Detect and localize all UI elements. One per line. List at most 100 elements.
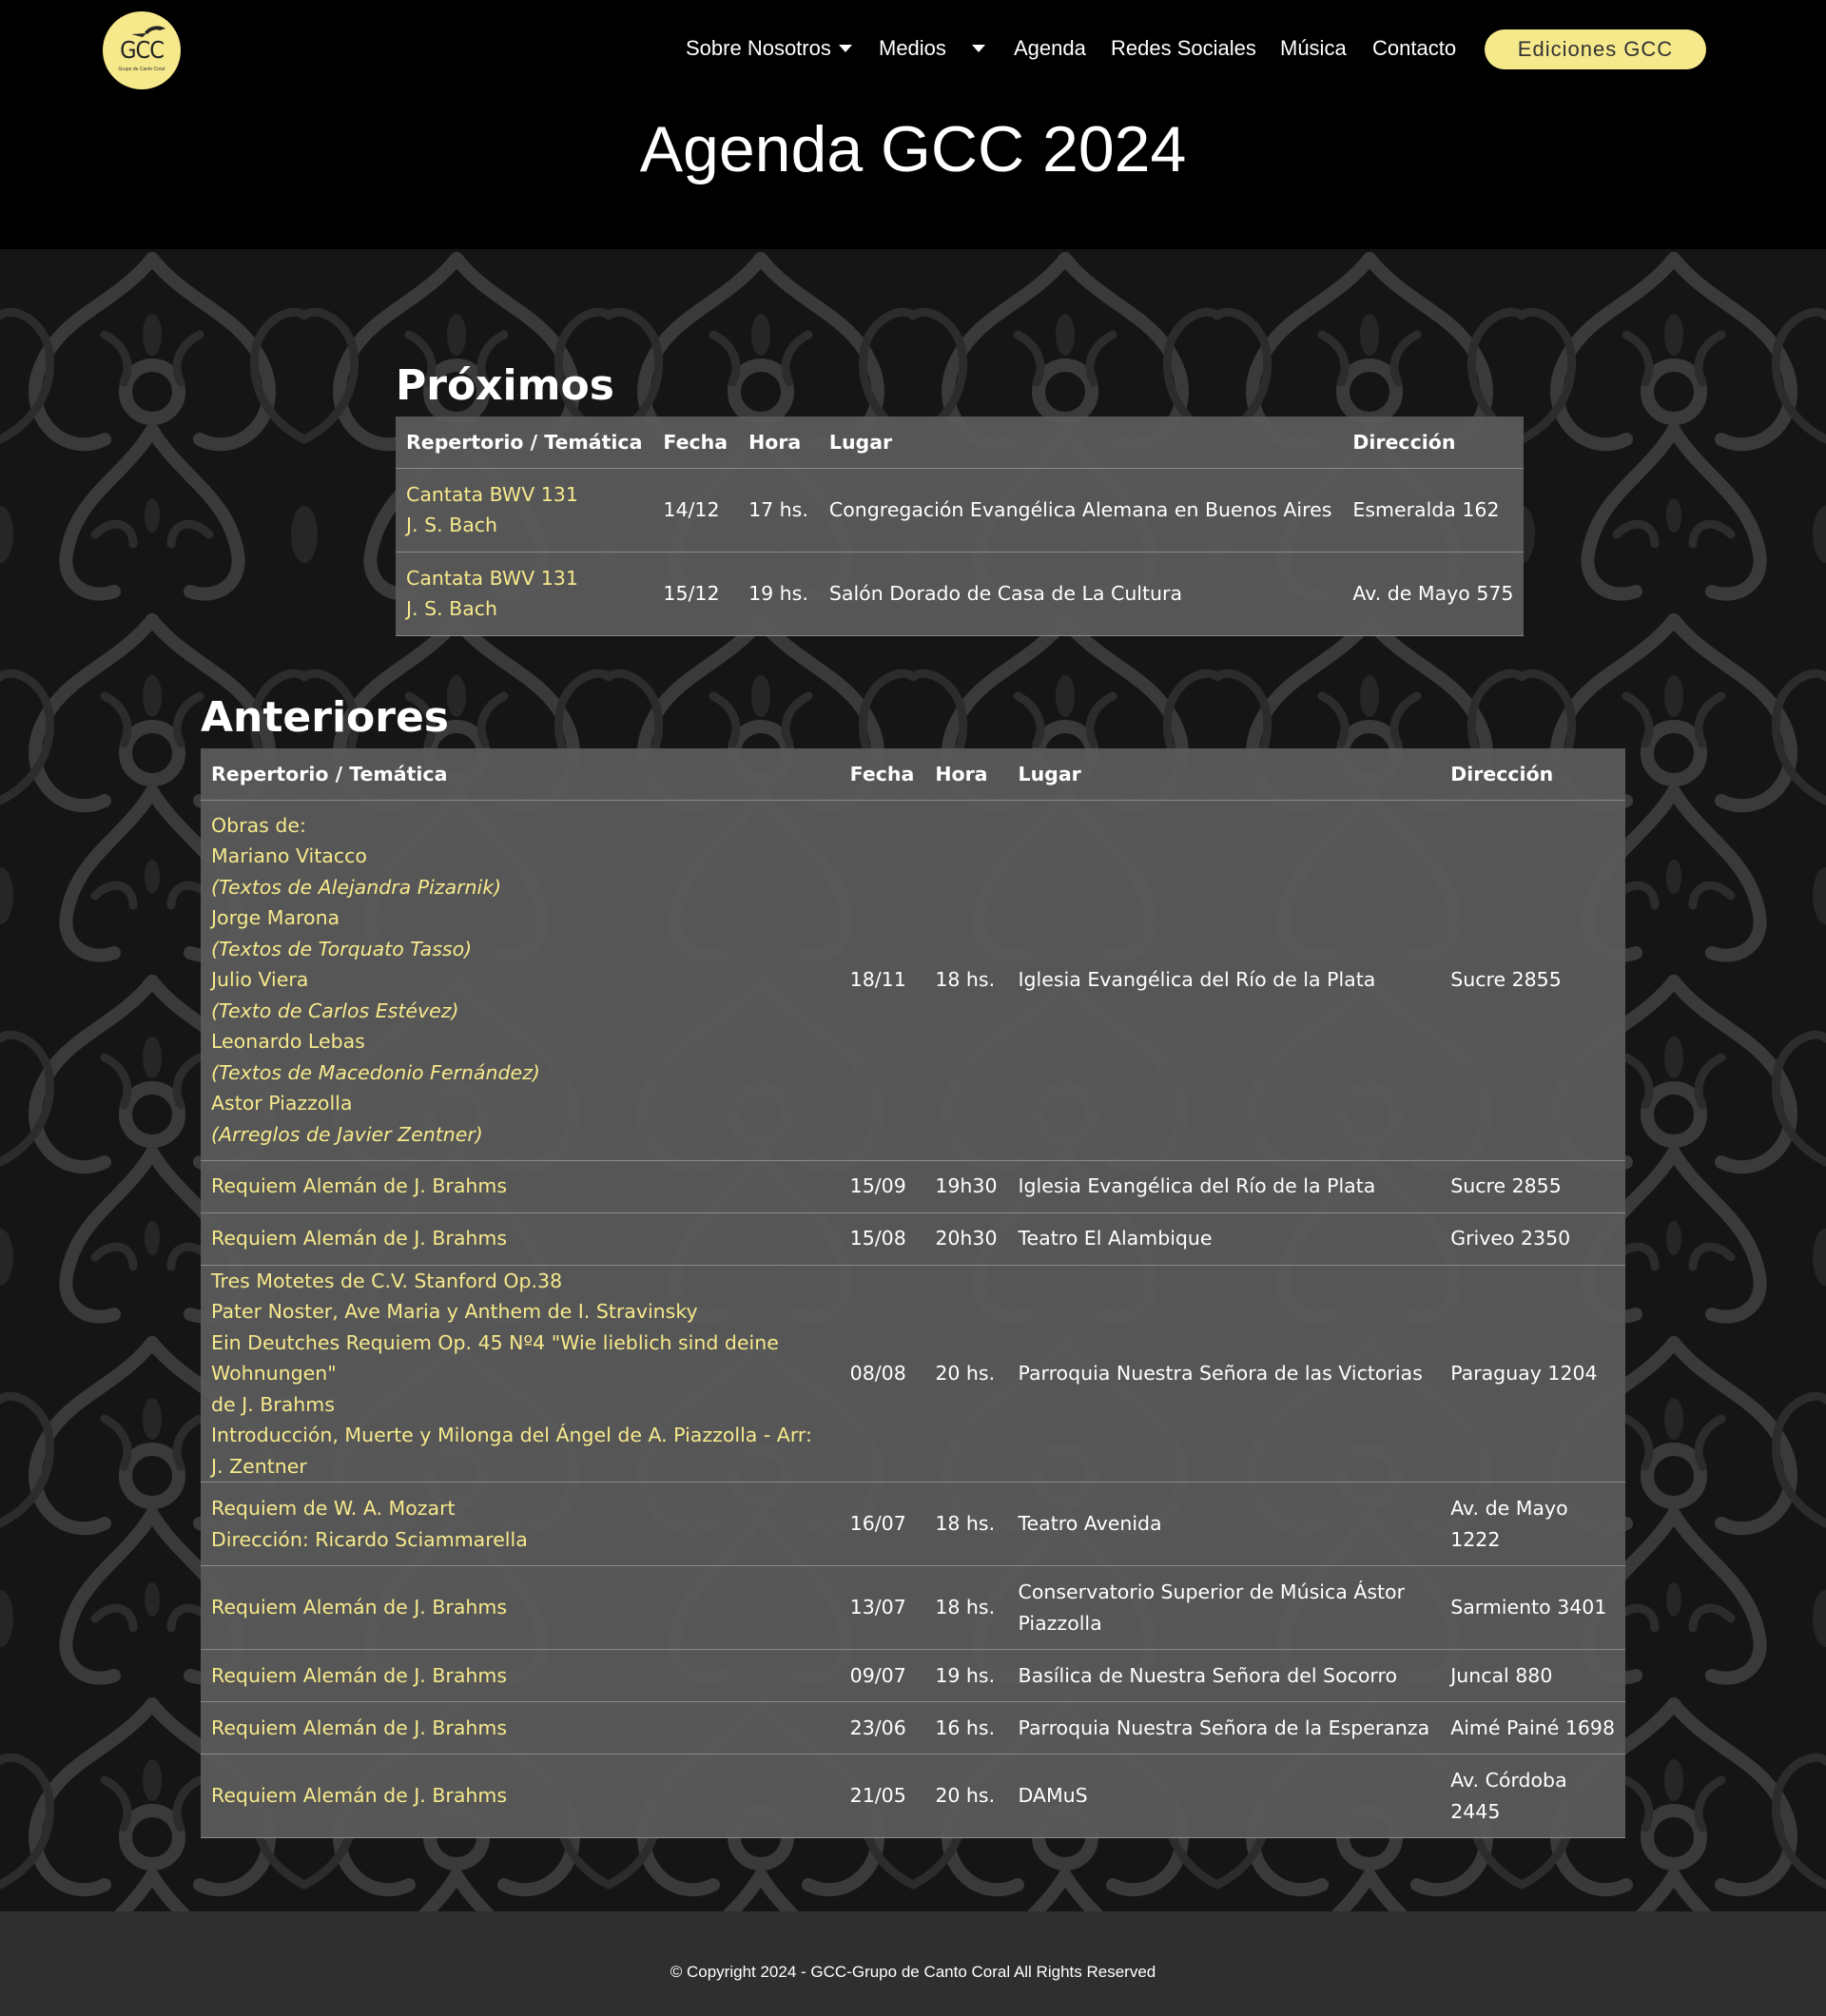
nav-musica[interactable]: Música xyxy=(1280,34,1347,63)
repertorio-line[interactable]: Jorge Marona xyxy=(211,902,829,934)
lugar-line: Conservatorio Superior de Música Ástor xyxy=(1018,1580,1406,1603)
copyright-text: © Copyright 2024 - GCC-Grupo de Canto Co… xyxy=(670,1963,1156,1981)
table-row: Cantata BWV 131 J. S. Bach 15/12 19 hs. … xyxy=(396,552,1525,636)
repertorio-cell[interactable]: Requiem Alemán de J. Brahms xyxy=(201,1701,840,1754)
repertorio-line[interactable]: Ein Deutches Requiem Op. 45 Nº4 "Wie lie… xyxy=(211,1328,829,1389)
repertorio-cell[interactable]: Requiem Alemán de J. Brahms xyxy=(201,1649,840,1702)
direccion-line: 2445 xyxy=(1450,1799,1501,1823)
hora-cell: 17 hs. xyxy=(738,468,819,552)
lugar-cell: Parroquia Nuestra Señora de las Victoria… xyxy=(1007,1265,1441,1483)
direccion-cell: Sucre 2855 xyxy=(1440,800,1625,1161)
repertorio-line[interactable]: Dirección: Ricardo Sciammarella xyxy=(211,1524,829,1556)
repertorio-cell: Obras de: Mariano Vitacco (Textos de Ale… xyxy=(201,800,840,1161)
direccion-line: Av. de Mayo xyxy=(1450,1497,1568,1520)
table-row: Requiem Alemán de J. Brahms 09/07 19 hs.… xyxy=(201,1649,1625,1702)
table-row: Requiem Alemán de J. Brahms 15/09 19h30 … xyxy=(201,1160,1625,1213)
fecha-cell: 08/08 xyxy=(839,1265,925,1483)
lugar-cell: DAMuS xyxy=(1007,1754,1441,1838)
header: GCC Grupo de Canto Coral Sobre Nosotros … xyxy=(0,0,1826,249)
chevron-down-icon[interactable] xyxy=(839,45,852,52)
repertorio-line[interactable]: Pater Noster, Ave Maria y Anthem de I. S… xyxy=(211,1296,829,1328)
repertorio-line[interactable]: Introducción, Muerte y Milonga del Ángel… xyxy=(211,1420,829,1482)
repertorio-line[interactable]: J. S. Bach xyxy=(406,510,642,541)
col-lugar: Lugar xyxy=(818,417,1343,469)
repertorio-line[interactable]: (Texto de Carlos Estévez) xyxy=(211,996,829,1027)
fecha-cell: 13/07 xyxy=(839,1565,925,1650)
repertorio-line[interactable]: Mariano Vitacco xyxy=(211,841,829,872)
nav-contacto[interactable]: Contacto xyxy=(1372,34,1456,63)
lugar-cell: Iglesia Evangélica del Río de la Plata xyxy=(1007,800,1441,1161)
ediciones-gcc-button[interactable]: Ediciones GCC xyxy=(1485,29,1706,69)
proximos-table: Repertorio / Temática Fecha Hora Lugar D… xyxy=(396,417,1525,636)
repertorio-line[interactable]: Obras de: xyxy=(211,810,829,842)
fecha-cell: 15/12 xyxy=(652,552,739,636)
repertorio-line[interactable]: Leonardo Lebas xyxy=(211,1026,829,1057)
hora-cell: 20 hs. xyxy=(924,1265,1008,1483)
repertorio-line[interactable]: (Textos de Torquato Tasso) xyxy=(211,934,829,965)
lugar-cell: Parroquia Nuestra Señora de la Esperanza xyxy=(1007,1701,1441,1754)
anteriores-table: Repertorio / Temática Fecha Hora Lugar D… xyxy=(201,748,1625,1838)
table-row: Requiem Alemán de J. Brahms 15/08 20h30 … xyxy=(201,1212,1625,1266)
col-fecha: Fecha xyxy=(652,417,739,469)
logo-subtext: Grupo de Canto Coral xyxy=(118,67,165,72)
nav-sobre-nosotros[interactable]: Sobre Nosotros xyxy=(686,34,831,63)
direccion-cell: Sarmiento 3401 xyxy=(1440,1565,1625,1650)
repertorio-cell[interactable]: Requiem Alemán de J. Brahms xyxy=(201,1160,840,1213)
table-row: Requiem Alemán de J. Brahms 13/07 18 hs.… xyxy=(201,1565,1625,1650)
fecha-cell: 15/08 xyxy=(839,1212,925,1266)
repertorio-line[interactable]: (Textos de Alejandra Pizarnik) xyxy=(211,872,829,903)
table-row: Requiem Alemán de J. Brahms 21/05 20 hs.… xyxy=(201,1754,1625,1838)
repertorio-cell: Cantata BWV 131 J. S. Bach xyxy=(396,468,653,552)
hora-cell: 20h30 xyxy=(924,1212,1008,1266)
hora-cell: 19h30 xyxy=(924,1160,1008,1213)
nav-agenda[interactable]: Agenda xyxy=(1014,34,1086,63)
chevron-down-icon[interactable] xyxy=(972,45,985,52)
nav-medios[interactable]: Medios xyxy=(879,34,946,63)
repertorio-line[interactable]: Requiem de W. A. Mozart xyxy=(211,1493,829,1524)
direccion-cell: Esmeralda 162 xyxy=(1342,468,1525,552)
direccion-cell: Av. de Mayo 1222 xyxy=(1440,1482,1625,1566)
direccion-line: 1222 xyxy=(1450,1527,1501,1551)
repertorio-line[interactable]: de J. Brahms xyxy=(211,1389,829,1421)
repertorio-line[interactable]: J. S. Bach xyxy=(406,593,642,625)
repertorio-line[interactable]: Cantata BWV 131 xyxy=(406,479,642,511)
col-direccion: Dirección xyxy=(1440,748,1625,801)
repertorio-line[interactable]: Cantata BWV 131 xyxy=(406,563,642,594)
hora-cell: 20 hs. xyxy=(924,1754,1008,1838)
page-title: Agenda GCC 2024 xyxy=(639,113,1187,185)
repertorio-line[interactable]: Astor Piazzolla xyxy=(211,1088,829,1119)
direccion-line: Av. Córdoba xyxy=(1450,1769,1567,1792)
direccion-cell: Aimé Painé 1698 xyxy=(1440,1701,1625,1754)
table-row: Cantata BWV 131 J. S. Bach 14/12 17 hs. … xyxy=(396,468,1525,552)
logo[interactable]: GCC Grupo de Canto Coral xyxy=(103,11,181,89)
repertorio-cell[interactable]: Requiem Alemán de J. Brahms xyxy=(201,1565,840,1650)
damask-background: Próximos Repertorio / Temática Fecha Hor… xyxy=(0,249,1826,1911)
repertorio-line[interactable]: Tres Motetes de C.V. Stanford Op.38 xyxy=(211,1266,829,1297)
repertorio-line[interactable]: Julio Viera xyxy=(211,964,829,996)
table-header-row: Repertorio / Temática Fecha Hora Lugar D… xyxy=(396,417,1525,469)
fecha-cell: 23/06 xyxy=(839,1701,925,1754)
fecha-cell: 18/11 xyxy=(839,800,925,1161)
repertorio-line[interactable]: (Arreglos de Javier Zentner) xyxy=(211,1119,829,1151)
hora-cell: 19 hs. xyxy=(738,552,819,636)
hora-cell: 16 hs. xyxy=(924,1701,1008,1754)
repertorio-line[interactable]: (Textos de Macedonio Fernández) xyxy=(211,1057,829,1089)
hora-cell: 18 hs. xyxy=(924,1565,1008,1650)
repertorio-cell[interactable]: Requiem Alemán de J. Brahms xyxy=(201,1212,840,1266)
table-row: Requiem de W. A. Mozart Dirección: Ricar… xyxy=(201,1482,1625,1566)
lugar-cell: Congregación Evangélica Alemana en Bueno… xyxy=(818,468,1343,552)
lugar-cell: Iglesia Evangélica del Río de la Plata xyxy=(1007,1160,1441,1213)
nav-redes-sociales[interactable]: Redes Sociales xyxy=(1111,34,1256,63)
fecha-cell: 09/07 xyxy=(839,1649,925,1702)
repertorio-cell[interactable]: Requiem Alemán de J. Brahms xyxy=(201,1754,840,1838)
direccion-cell: Griveo 2350 xyxy=(1440,1212,1625,1266)
hora-cell: 18 hs. xyxy=(924,800,1008,1161)
lugar-cell: Conservatorio Superior de Música Ástor P… xyxy=(1007,1565,1441,1650)
direccion-cell: Juncal 880 xyxy=(1440,1649,1625,1702)
repertorio-cell: Tres Motetes de C.V. Stanford Op.38 Pate… xyxy=(201,1265,840,1483)
direccion-cell: Av. de Mayo 575 xyxy=(1342,552,1525,636)
col-hora: Hora xyxy=(738,417,819,469)
lugar-cell: Teatro El Alambique xyxy=(1007,1212,1441,1266)
direccion-cell: Sucre 2855 xyxy=(1440,1160,1625,1213)
repertorio-cell: Requiem de W. A. Mozart Dirección: Ricar… xyxy=(201,1482,840,1566)
